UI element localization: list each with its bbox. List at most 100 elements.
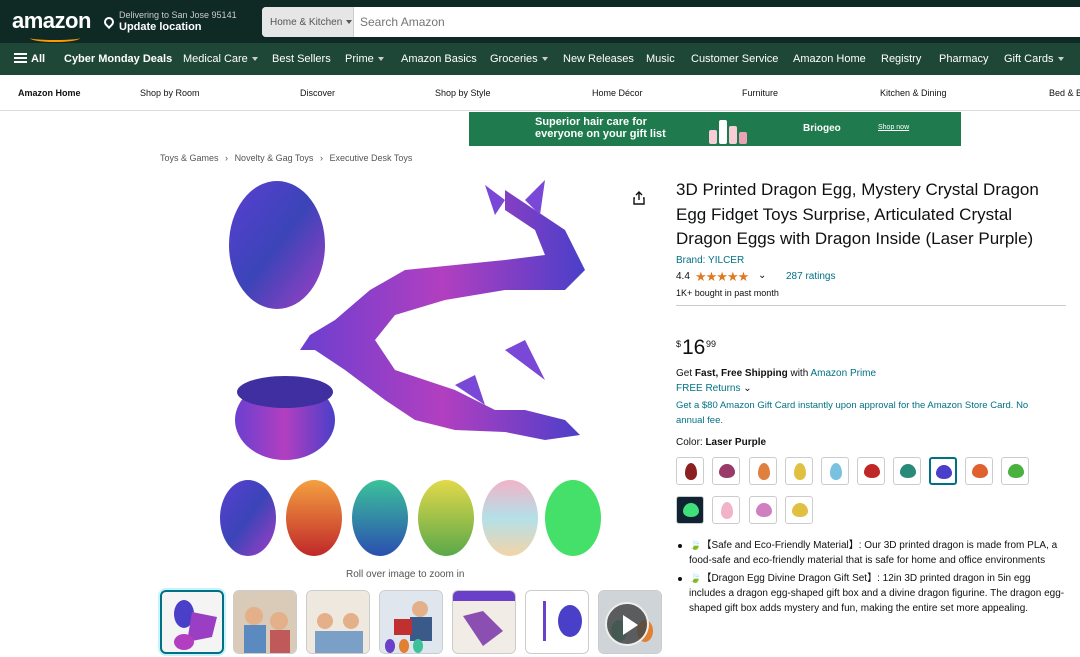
search-department-dropdown[interactable]: Home & Kitchen <box>262 7 354 37</box>
selected-color: Laser Purple <box>705 437 767 448</box>
feature-bullet: 🍃【Safe and Eco-Friendly Material】: Our 3… <box>676 538 1066 568</box>
color-swatch[interactable] <box>676 496 704 524</box>
nav-cyber-monday[interactable]: Cyber Monday Deals <box>64 53 172 65</box>
search-bar: Home & Kitchen <box>262 7 1080 37</box>
egg-green <box>545 480 601 556</box>
price-symbol: $ <box>676 339 682 349</box>
main-nav: All Cyber Monday Deals Medical Care Best… <box>0 43 1080 75</box>
subnav-discover[interactable]: Discover <box>300 88 335 98</box>
ad-banner[interactable]: Superior hair care for everyone on your g… <box>469 112 961 146</box>
nav-prime[interactable]: Prime <box>345 53 384 65</box>
color-swatch[interactable] <box>676 457 704 485</box>
breadcrumb-separator: › <box>225 153 229 163</box>
subnav-kitchen-dining[interactable]: Kitchen & Dining <box>880 88 947 98</box>
ratings-count-link[interactable]: 287 ratings <box>786 271 835 282</box>
nav-customer-service[interactable]: Customer Service <box>691 53 778 65</box>
thumbnail-1[interactable] <box>160 590 224 654</box>
egg-yellow <box>418 480 474 556</box>
play-video-icon[interactable] <box>605 602 649 646</box>
brand-link[interactable]: Brand: YILCER <box>676 255 1066 266</box>
color-swatch-selected[interactable] <box>929 457 957 485</box>
logo-smile-icon <box>30 34 80 42</box>
egg-pastel <box>482 480 538 556</box>
delivery-address: Delivering to San Jose 95141 <box>119 10 237 20</box>
subnav-amazon-home[interactable]: Amazon Home <box>18 88 81 98</box>
color-swatch[interactable] <box>785 457 813 485</box>
color-swatch[interactable] <box>712 457 740 485</box>
rating-value: 4.4 <box>676 270 690 282</box>
color-swatch[interactable] <box>785 496 813 524</box>
caret-down-icon <box>346 20 353 25</box>
subnav-home-decor[interactable]: Home Décor <box>592 88 643 98</box>
subnav-shop-by-room[interactable]: Shop by Room <box>140 88 200 98</box>
color-swatch[interactable] <box>749 496 777 524</box>
thumbnail-6[interactable] <box>525 590 589 654</box>
breadcrumb-novelty[interactable]: Novelty & Gag Toys <box>235 153 314 163</box>
thumbnail-3[interactable] <box>306 590 370 654</box>
feature-bullets: 🍃【Safe and Eco-Friendly Material】: Our 3… <box>676 538 1066 619</box>
nav-medical-care[interactable]: Medical Care <box>183 53 258 65</box>
search-input[interactable] <box>354 7 1074 37</box>
subnav-furniture[interactable]: Furniture <box>742 88 778 98</box>
egg-red <box>286 480 342 556</box>
sub-nav: Amazon Home Shop by Room Discover Shop b… <box>0 75 1080 111</box>
free-returns-link[interactable]: FREE Returns ⌄ <box>676 383 752 394</box>
nav-best-sellers[interactable]: Best Sellers <box>272 53 331 65</box>
share-icon[interactable] <box>631 190 647 206</box>
egg-teal <box>352 480 408 556</box>
dragon-egg <box>229 181 325 309</box>
gift-card-offer[interactable]: Get a $80 Amazon Gift Card instantly upo… <box>676 398 1056 428</box>
subnav-shop-by-style[interactable]: Shop by Style <box>435 88 491 98</box>
prime-link[interactable]: Amazon Prime <box>811 368 877 379</box>
feature-bullet: 🍃【Dragon Egg Divine Dragon Gift Set】: 12… <box>676 571 1066 616</box>
nav-amazon-home[interactable]: Amazon Home <box>793 53 866 65</box>
thumbnail-strip <box>160 590 662 657</box>
color-swatch[interactable] <box>857 457 885 485</box>
nav-pharmacy[interactable]: Pharmacy <box>939 53 989 65</box>
breadcrumb-desk-toys[interactable]: Executive Desk Toys <box>329 153 412 163</box>
nav-groceries[interactable]: Groceries <box>490 53 548 65</box>
breadcrumb-toys-games[interactable]: Toys & Games <box>160 153 219 163</box>
nav-gift-cards[interactable]: Gift Cards <box>1004 53 1064 65</box>
product-title: 3D Printed Dragon Egg, Mystery Crystal D… <box>676 180 1039 248</box>
color-swatch[interactable] <box>965 457 993 485</box>
top-header: amazon Delivering to San Jose 95141 Upda… <box>0 0 1080 43</box>
color-swatch[interactable] <box>893 457 921 485</box>
egg-purple <box>220 480 276 556</box>
color-swatch[interactable] <box>821 457 849 485</box>
shipping-info: Get Fast, Free Shipping with Amazon Prim… <box>676 368 877 379</box>
thumbnail-2[interactable] <box>233 590 297 654</box>
nav-music[interactable]: Music <box>646 53 675 65</box>
breadcrumb: Toys & Games › Novelty & Gag Toys › Exec… <box>160 153 416 163</box>
leaf-icon: 🍃 <box>689 573 702 584</box>
update-location-label: Update location <box>119 21 202 33</box>
banner-shop-now-link[interactable]: Shop now <box>878 124 909 131</box>
star-rating-icon[interactable]: ★★★★★ <box>695 269 749 285</box>
hamburger-icon <box>14 53 27 63</box>
bought-count: 1K+ bought in past month <box>676 288 1066 306</box>
chevron-down-icon: ⌄ <box>743 383 752 394</box>
nav-amazon-basics[interactable]: Amazon Basics <box>401 53 477 65</box>
thumbnail-4[interactable] <box>379 590 443 654</box>
price-fraction: 99 <box>706 339 717 349</box>
product-bottles-image <box>709 116 749 144</box>
color-label: Color: Laser Purple <box>676 437 767 448</box>
color-swatch[interactable] <box>749 457 777 485</box>
location-pin-icon <box>101 14 117 30</box>
banner-text: Superior hair care for everyone on your g… <box>535 116 666 140</box>
price-whole: 16 <box>682 336 706 359</box>
subnav-bed-bath[interactable]: Bed & B <box>1049 88 1080 98</box>
zoom-hint: Roll over image to zoom in <box>346 569 465 580</box>
banner-brand: Briogeo <box>803 123 841 134</box>
nav-new-releases[interactable]: New Releases <box>563 53 634 65</box>
leaf-icon: 🍃 <box>689 540 702 551</box>
nav-registry[interactable]: Registry <box>881 53 921 65</box>
color-swatch[interactable] <box>712 496 740 524</box>
chevron-down-icon[interactable]: ⌄ <box>758 270 766 281</box>
amazon-logo[interactable]: amazon <box>12 8 91 42</box>
color-swatch[interactable] <box>1001 457 1029 485</box>
main-product-image[interactable] <box>205 170 620 565</box>
thumbnail-5[interactable] <box>452 590 516 654</box>
product-info: 3D Printed Dragon Egg, Mystery Crystal D… <box>676 178 1066 524</box>
all-menu-button[interactable]: All <box>14 53 45 65</box>
